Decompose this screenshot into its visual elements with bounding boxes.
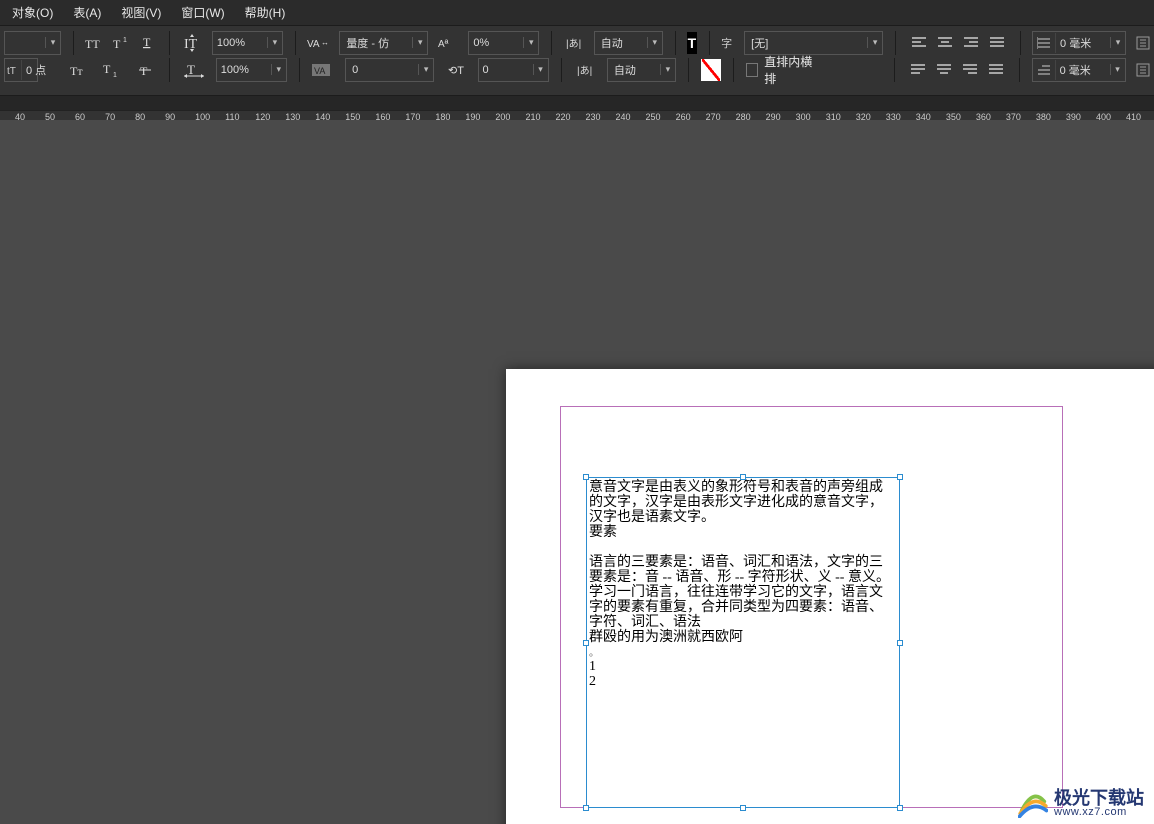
handle-bot-mid-icon[interactable] (740, 805, 746, 811)
svg-text:↔: ↔ (321, 38, 329, 47)
svg-text:|あ|: |あ| (566, 38, 581, 50)
tsume-combo[interactable]: 自动▾ (594, 31, 663, 55)
align-left-icon[interactable] (908, 32, 930, 54)
left-indent-field[interactable]: 0 毫米▾ (1032, 31, 1126, 55)
horizontal-scale-icon: T (182, 59, 205, 81)
font-family-combo[interactable]: ▾ (4, 31, 61, 55)
panel-gap (0, 96, 1154, 110)
more-options2-icon[interactable] (1136, 59, 1150, 81)
svg-text:VA: VA (314, 66, 325, 76)
handle-mid-left-icon[interactable] (583, 640, 589, 646)
handle-bot-right-icon[interactable] (897, 805, 903, 811)
tracking-icon: VA (312, 59, 335, 81)
justify-all-icon[interactable] (985, 59, 1007, 81)
svg-text:VA: VA (307, 39, 320, 50)
leading-field-left[interactable]: tT 0 点 (4, 58, 38, 82)
smallcaps-icon[interactable]: Tᴛ (67, 59, 90, 81)
svg-text:⟲T: ⟲T (448, 65, 464, 77)
bullet-sep: 。 (589, 645, 895, 659)
align-center-icon[interactable] (934, 32, 956, 54)
char-rotate-field[interactable]: 0▾ (478, 58, 549, 82)
para-2: 语言的三要素是：语音、词汇和语法，文字的三要素是：音 -- 语音、形 -- 字符… (589, 555, 895, 630)
svg-text:Aª: Aª (438, 39, 449, 50)
justify-center-icon[interactable] (933, 59, 955, 81)
aki-icon: |あ| (573, 59, 596, 81)
control-row-2: tT 0 点 Tᴛ T1 T T 100%▾ VA 0▾ ⟲T (0, 56, 1154, 83)
charstyle-label: 字 (721, 35, 732, 51)
menu-table[interactable]: 表(A) (63, 1, 111, 24)
text-frame-content[interactable]: 意音文字是由表义的象形符号和表音的声旁组成的文字，汉字是由表形文字进化成的意音文… (587, 478, 899, 691)
document-workarea[interactable]: 意音文字是由表义的象形符号和表音的声旁组成的文字，汉字是由表形文字进化成的意音文… (0, 120, 1154, 824)
svg-text:1: 1 (113, 72, 117, 77)
strikethrough-icon[interactable]: T (134, 59, 157, 81)
control-row-1: ▾ TT T1 T IT 100%▾ VA↔ 量度 - 仿▾ Aª 0 (0, 29, 1154, 56)
horizontal-scale-field[interactable]: 100%▾ (216, 58, 287, 82)
subscript-icon[interactable]: T1 (100, 59, 123, 81)
menu-window[interactable]: 窗口(W) (171, 1, 234, 24)
watermark-title: 极光下载站 (1054, 789, 1144, 807)
svg-text:T: T (140, 64, 148, 77)
tatechuyoko-label: 直排内横排 (764, 53, 817, 87)
menu-view[interactable]: 视图(V) (111, 1, 171, 24)
superscript-icon[interactable]: T1 (113, 32, 131, 54)
paragraph-align-group (908, 32, 1008, 54)
more-options-icon[interactable] (1136, 32, 1150, 54)
svg-text:T: T (113, 37, 121, 50)
vertical-scale-icon: IT (182, 32, 202, 54)
rotate-char-icon: ⟲T (444, 59, 467, 81)
baseline-shift-icon: Aª (438, 32, 458, 54)
num-line-1: 1 (589, 659, 895, 674)
svg-text:TT: TT (85, 37, 100, 50)
justify-left-icon[interactable] (907, 59, 929, 81)
charstyle-combo[interactable]: [无]▾ (744, 31, 883, 55)
blank-line (589, 540, 895, 555)
svg-text:|あ|: |あ| (577, 65, 592, 77)
svg-text:T: T (103, 63, 111, 76)
underline-icon[interactable]: T (141, 32, 157, 54)
align-right-icon[interactable] (960, 32, 982, 54)
para-1b: 要素 (589, 525, 895, 540)
kerning-combo[interactable]: 量度 - 仿▾ (339, 31, 428, 55)
tracking-combo[interactable]: 0▾ (345, 58, 434, 82)
allcaps-icon[interactable]: TT (85, 32, 103, 54)
svg-text:tT: tT (7, 66, 16, 77)
vertical-scale-field[interactable]: 100%▾ (212, 31, 283, 55)
justify-right-icon[interactable] (959, 59, 981, 81)
aki-combo[interactable]: 自动▾ (607, 58, 676, 82)
handle-bot-left-icon[interactable] (583, 805, 589, 811)
svg-text:T: T (143, 36, 151, 49)
baseline-shift-field[interactable]: 0%▾ (468, 31, 539, 55)
watermark-logo-icon (1018, 788, 1048, 818)
menu-help[interactable]: 帮助(H) (235, 1, 296, 24)
num-line-2: 2 (589, 674, 895, 689)
watermark-url: www.xz7.com (1054, 807, 1144, 818)
handle-mid-right-icon[interactable] (897, 640, 903, 646)
tsume-icon: |あ| (564, 32, 584, 54)
svg-text:T: T (187, 62, 195, 77)
align-justify-full-icon[interactable] (986, 32, 1008, 54)
svg-text:1: 1 (123, 37, 127, 44)
handle-top-mid-icon[interactable] (740, 474, 746, 480)
tatechuyoko-checkbox[interactable]: 直排内横排 (746, 53, 818, 87)
kerning-icon: VA↔ (307, 32, 329, 54)
text-frame[interactable]: 意音文字是由表义的象形符号和表音的声旁组成的文字，汉字是由表形文字进化成的意音文… (586, 477, 900, 808)
svg-text:Tᴛ: Tᴛ (70, 64, 83, 77)
watermark: 极光下载站 www.xz7.com (1018, 788, 1144, 818)
handle-top-right-icon[interactable] (897, 474, 903, 480)
menu-bar: 对象(O) 表(A) 视图(V) 窗口(W) 帮助(H) (0, 0, 1154, 26)
handle-top-left-icon[interactable] (583, 474, 589, 480)
menu-object[interactable]: 对象(O) (2, 1, 63, 24)
stroke-none-swatch-icon[interactable] (701, 59, 721, 81)
fill-swatch-icon[interactable]: T (687, 32, 697, 54)
control-panel: ▾ TT T1 T IT 100%▾ VA↔ 量度 - 仿▾ Aª 0 (0, 26, 1154, 96)
para-3: 群殴的用为澳洲就西欧阿 (589, 630, 895, 645)
svg-text:IT: IT (184, 37, 198, 52)
firstline-indent-field[interactable]: 0 毫米▾ (1032, 58, 1126, 82)
justify-align-group (907, 59, 1007, 81)
para-1: 意音文字是由表义的象形符号和表音的声旁组成的文字，汉字是由表形文字进化成的意音文… (589, 480, 895, 525)
